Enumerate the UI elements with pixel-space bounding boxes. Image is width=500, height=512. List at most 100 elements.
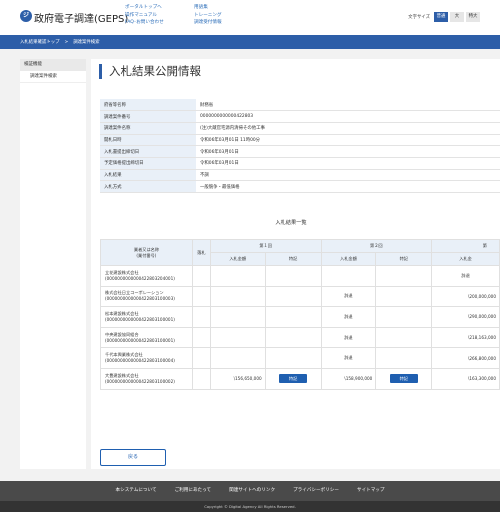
copyright: Copyright © Digital Agency All Rights Re…: [0, 501, 500, 512]
main-content: 入札結果公開情報 府省等名称 財務省 調達案件番号 00000000000004228…: [91, 59, 500, 469]
r3-amount-cell: \290,000,000: [431, 306, 500, 328]
r1-note-cell: [264, 265, 322, 287]
sidebar-heading: 検証機能: [20, 59, 86, 71]
footer-privacy-link[interactable]: プライバシーポリシー: [293, 487, 339, 493]
table-row: 中央建設協同組合 (0000000000000422803100001) 辞退 \21…: [100, 326, 500, 349]
r1-amount-cell: [209, 265, 266, 287]
r3-amount-cell: \218,163,000: [431, 326, 500, 349]
award-header: 落札: [191, 239, 211, 266]
r2-amount-cell: 辞退: [320, 306, 377, 328]
bidder-cell: 松本建設株式会社 (0000000000000422803100001): [100, 306, 193, 328]
info-value: 財務省: [196, 99, 500, 112]
r3-amount-cell: \163,300,000: [431, 367, 500, 390]
r2-amount-cell: 辞退: [320, 285, 377, 308]
font-size-normal-button[interactable]: 普通: [434, 12, 448, 22]
info-label: 予定価格提出締切日: [100, 157, 196, 170]
r2-note-cell: [375, 306, 433, 328]
bidder-cell: 立花建設株式会社 (0000000000000422803204001): [100, 265, 193, 287]
sidebar: 検証機能 調達案件検索: [20, 59, 86, 469]
r3-amount-cell: \200,000,000: [431, 285, 500, 308]
table-row: 松本建設株式会社 (0000000000000422803100001) 辞退 \29…: [100, 306, 500, 328]
r2-amount-cell: 辞退: [320, 326, 377, 349]
faq-link[interactable]: FAQ･お問い合わせ: [125, 20, 164, 26]
info-row: 入札結果 不調: [100, 169, 500, 182]
footer-links: 本システムについて ご利用にあたって 関連サイトへのリンク プライバシーポリシー…: [0, 487, 500, 493]
info-value: 令和06年03月01日 11時00分: [196, 134, 500, 147]
info-row: 入札方式 一般競争・最低価格: [100, 180, 500, 193]
bidder-cell: 大豊建設株式会社 (0000000000000422803100002): [100, 367, 193, 390]
sidebar-item-search[interactable]: 調達案件検索: [20, 71, 86, 83]
r2-amount-cell: 辞退: [320, 347, 377, 369]
portal-top-link[interactable]: ポータルトップへ: [125, 5, 164, 11]
bidder-cell: 千代本興業株式会社 (0000000000000422803100004): [100, 347, 193, 369]
breadcrumb-top-link[interactable]: 入札結果確認トップ: [20, 39, 60, 45]
site-logo-text[interactable]: 政府電子調達(GEPS): [34, 10, 128, 25]
detail-button[interactable]: 特記: [279, 374, 308, 384]
r2-note-cell: [375, 347, 433, 369]
header-nav-primary: ポータルトップへ 操作マニュアル FAQ･お問い合わせ: [125, 5, 164, 26]
footer-sitemap-link[interactable]: サイトマップ: [357, 487, 385, 493]
case-info-table: 府省等名称 財務省 調達案件番号 0000000000000422803 調達案件名称(…: [100, 99, 500, 193]
glossary-link[interactable]: 用語集: [194, 5, 222, 11]
r1-note-cell: [264, 306, 322, 328]
r2-note-cell: [375, 265, 433, 287]
r1-note-cell: [264, 285, 322, 308]
round3-header: 第: [431, 239, 500, 253]
r2-note-cell: 特記: [375, 367, 433, 390]
r2-note-cell: [375, 326, 433, 349]
r3-amount-cell: \266,800,000: [431, 347, 500, 369]
info-row: 調達案件番号 0000000000000422803: [100, 110, 500, 123]
info-label: 開札日時: [100, 134, 196, 147]
info-row: 予定価格提出締切日 令和06年03月01日: [100, 157, 500, 170]
round2-note-header: 特記: [375, 252, 433, 266]
header: ジ 政府電子調達(GEPS) ポータルトップへ 操作マニュアル FAQ･お問い合…: [0, 0, 500, 35]
r2-note-cell: [375, 285, 433, 308]
font-size-large-button[interactable]: 大: [450, 12, 464, 22]
font-size-switcher: 文字サイズ 普通 大 特大: [408, 12, 480, 22]
footer-terms-link[interactable]: ご利用にあたって: [175, 487, 212, 493]
r1-note-cell: [264, 326, 322, 349]
round1-note-header: 特記: [264, 252, 322, 266]
award-cell: [191, 347, 211, 369]
info-label: 入札書提出締切日: [100, 145, 196, 158]
round2-amount-header: 入札金額: [320, 252, 377, 266]
round2-header: 第２回: [320, 239, 433, 253]
round1-header: 第１回: [209, 239, 322, 253]
info-label: 調達案件名称: [100, 122, 196, 135]
r1-amount-cell: [209, 326, 266, 349]
award-cell: [191, 367, 211, 390]
font-size-xlarge-button[interactable]: 特大: [466, 12, 480, 22]
r1-note-cell: 特記: [264, 367, 322, 390]
results-list-title: 入札結果一覧: [275, 220, 307, 226]
table-row: 立花建設株式会社 (0000000000000422803204001) 辞退: [100, 265, 500, 287]
table-row: 千代本興業株式会社 (0000000000000422803100004) 辞退 \2…: [100, 347, 500, 369]
info-label: 府省等名称: [100, 99, 196, 112]
page-title: 入札結果公開情報: [99, 64, 201, 79]
table-row: 株式会社日立コーポレーション (0000000000000422803100003…: [100, 285, 500, 308]
procurement-info-link[interactable]: 調達受付情報: [194, 20, 222, 26]
bidder-header: 業者又は名称 (業付番号): [100, 239, 193, 266]
training-link[interactable]: トレーニング: [194, 13, 222, 19]
info-value: 令和06年03月01日: [196, 157, 500, 170]
award-cell: [191, 265, 211, 287]
award-cell: [191, 285, 211, 308]
info-value: (注)大蔵官宅源内清掃その他工事: [196, 122, 500, 135]
geps-logo-icon[interactable]: ジ: [20, 10, 32, 22]
breadcrumb: 入札結果確認トップ > 調達案件検索: [0, 35, 500, 49]
info-row: 調達案件名称 (注)大蔵官宅源内清掃その他工事: [100, 122, 500, 135]
breadcrumb-current: 調達案件検索: [73, 40, 100, 45]
footer-related-link[interactable]: 関連サイトへのリンク: [229, 487, 275, 493]
detail-button[interactable]: 特記: [389, 374, 418, 384]
award-cell: [191, 306, 211, 328]
r2-amount-cell: [320, 265, 377, 287]
info-label: 入札結果: [100, 169, 196, 182]
manual-link[interactable]: 操作マニュアル: [125, 13, 164, 19]
bidder-cell: 株式会社日立コーポレーション (0000000000000422803100003…: [100, 285, 193, 308]
r2-amount-cell: \158,900,000: [320, 367, 377, 390]
info-label: 調達案件番号: [100, 110, 196, 123]
info-label: 入札方式: [100, 180, 196, 193]
footer-about-link[interactable]: 本システムについて: [116, 487, 157, 493]
info-row: 開札日時 令和06年03月01日 11時00分: [100, 134, 500, 147]
font-size-label: 文字サイズ: [408, 15, 430, 20]
back-button[interactable]: 戻る: [100, 449, 166, 466]
